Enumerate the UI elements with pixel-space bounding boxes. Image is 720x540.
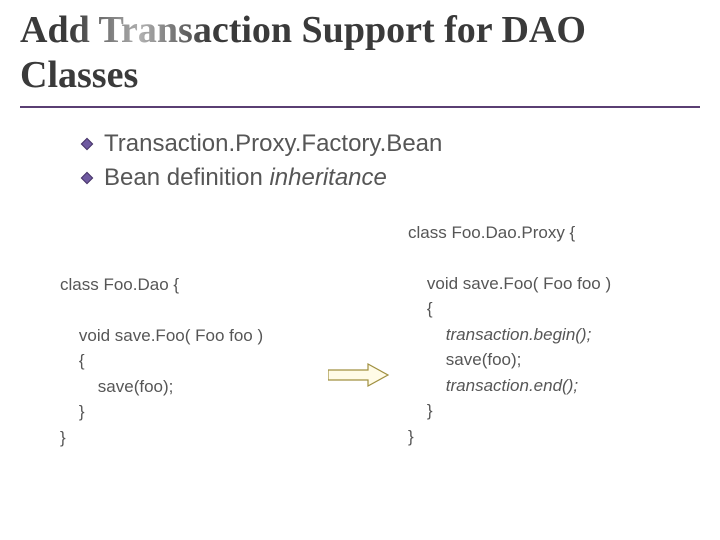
code-line <box>408 376 446 395</box>
code-block-left: class Foo.Dao { void save.Foo( Foo foo )… <box>60 272 263 451</box>
bullet-text: Transaction.Proxy.Factory.Bean <box>104 130 442 158</box>
bullet-item: Bean definition inheritance <box>80 164 700 192</box>
code-line: } <box>408 401 433 420</box>
code-line-italic: transaction.begin(); <box>446 325 592 344</box>
code-line: } <box>60 428 66 447</box>
slide-container: Add Transaction Support for DAO Classes … <box>0 0 720 520</box>
code-line: void save.Foo( Foo foo ) <box>408 274 611 293</box>
code-line: } <box>408 427 414 446</box>
code-line: void save.Foo( Foo foo ) <box>60 326 263 345</box>
code-content-area: class Foo.Dao { void save.Foo( Foo foo )… <box>20 220 700 520</box>
code-line: { <box>60 351 85 370</box>
code-block-right: class Foo.Dao.Proxy { void save.Foo( Foo… <box>408 220 611 450</box>
code-line-italic: transaction.end(); <box>446 376 578 395</box>
title-underline <box>20 106 700 108</box>
code-line: class Foo.Dao { <box>60 275 179 294</box>
diamond-bullet-icon <box>80 137 94 151</box>
code-line: } <box>60 402 85 421</box>
diamond-bullet-icon <box>80 171 94 185</box>
bullet-list: Transaction.Proxy.Factory.Bean Bean defi… <box>20 130 700 192</box>
bullet-text-plain: Bean definition <box>104 164 269 191</box>
code-line: class Foo.Dao.Proxy { <box>408 223 575 242</box>
arrow-icon <box>328 362 390 393</box>
bullet-text-italic: inheritance <box>269 164 386 191</box>
code-line: save(foo); <box>408 350 521 369</box>
bullet-text: Bean definition inheritance <box>104 164 387 192</box>
code-line <box>408 325 446 344</box>
bullet-item: Transaction.Proxy.Factory.Bean <box>80 130 700 158</box>
slide-title: Add Transaction Support for DAO Classes <box>20 8 700 98</box>
code-line: save(foo); <box>60 377 173 396</box>
code-line: { <box>408 299 433 318</box>
